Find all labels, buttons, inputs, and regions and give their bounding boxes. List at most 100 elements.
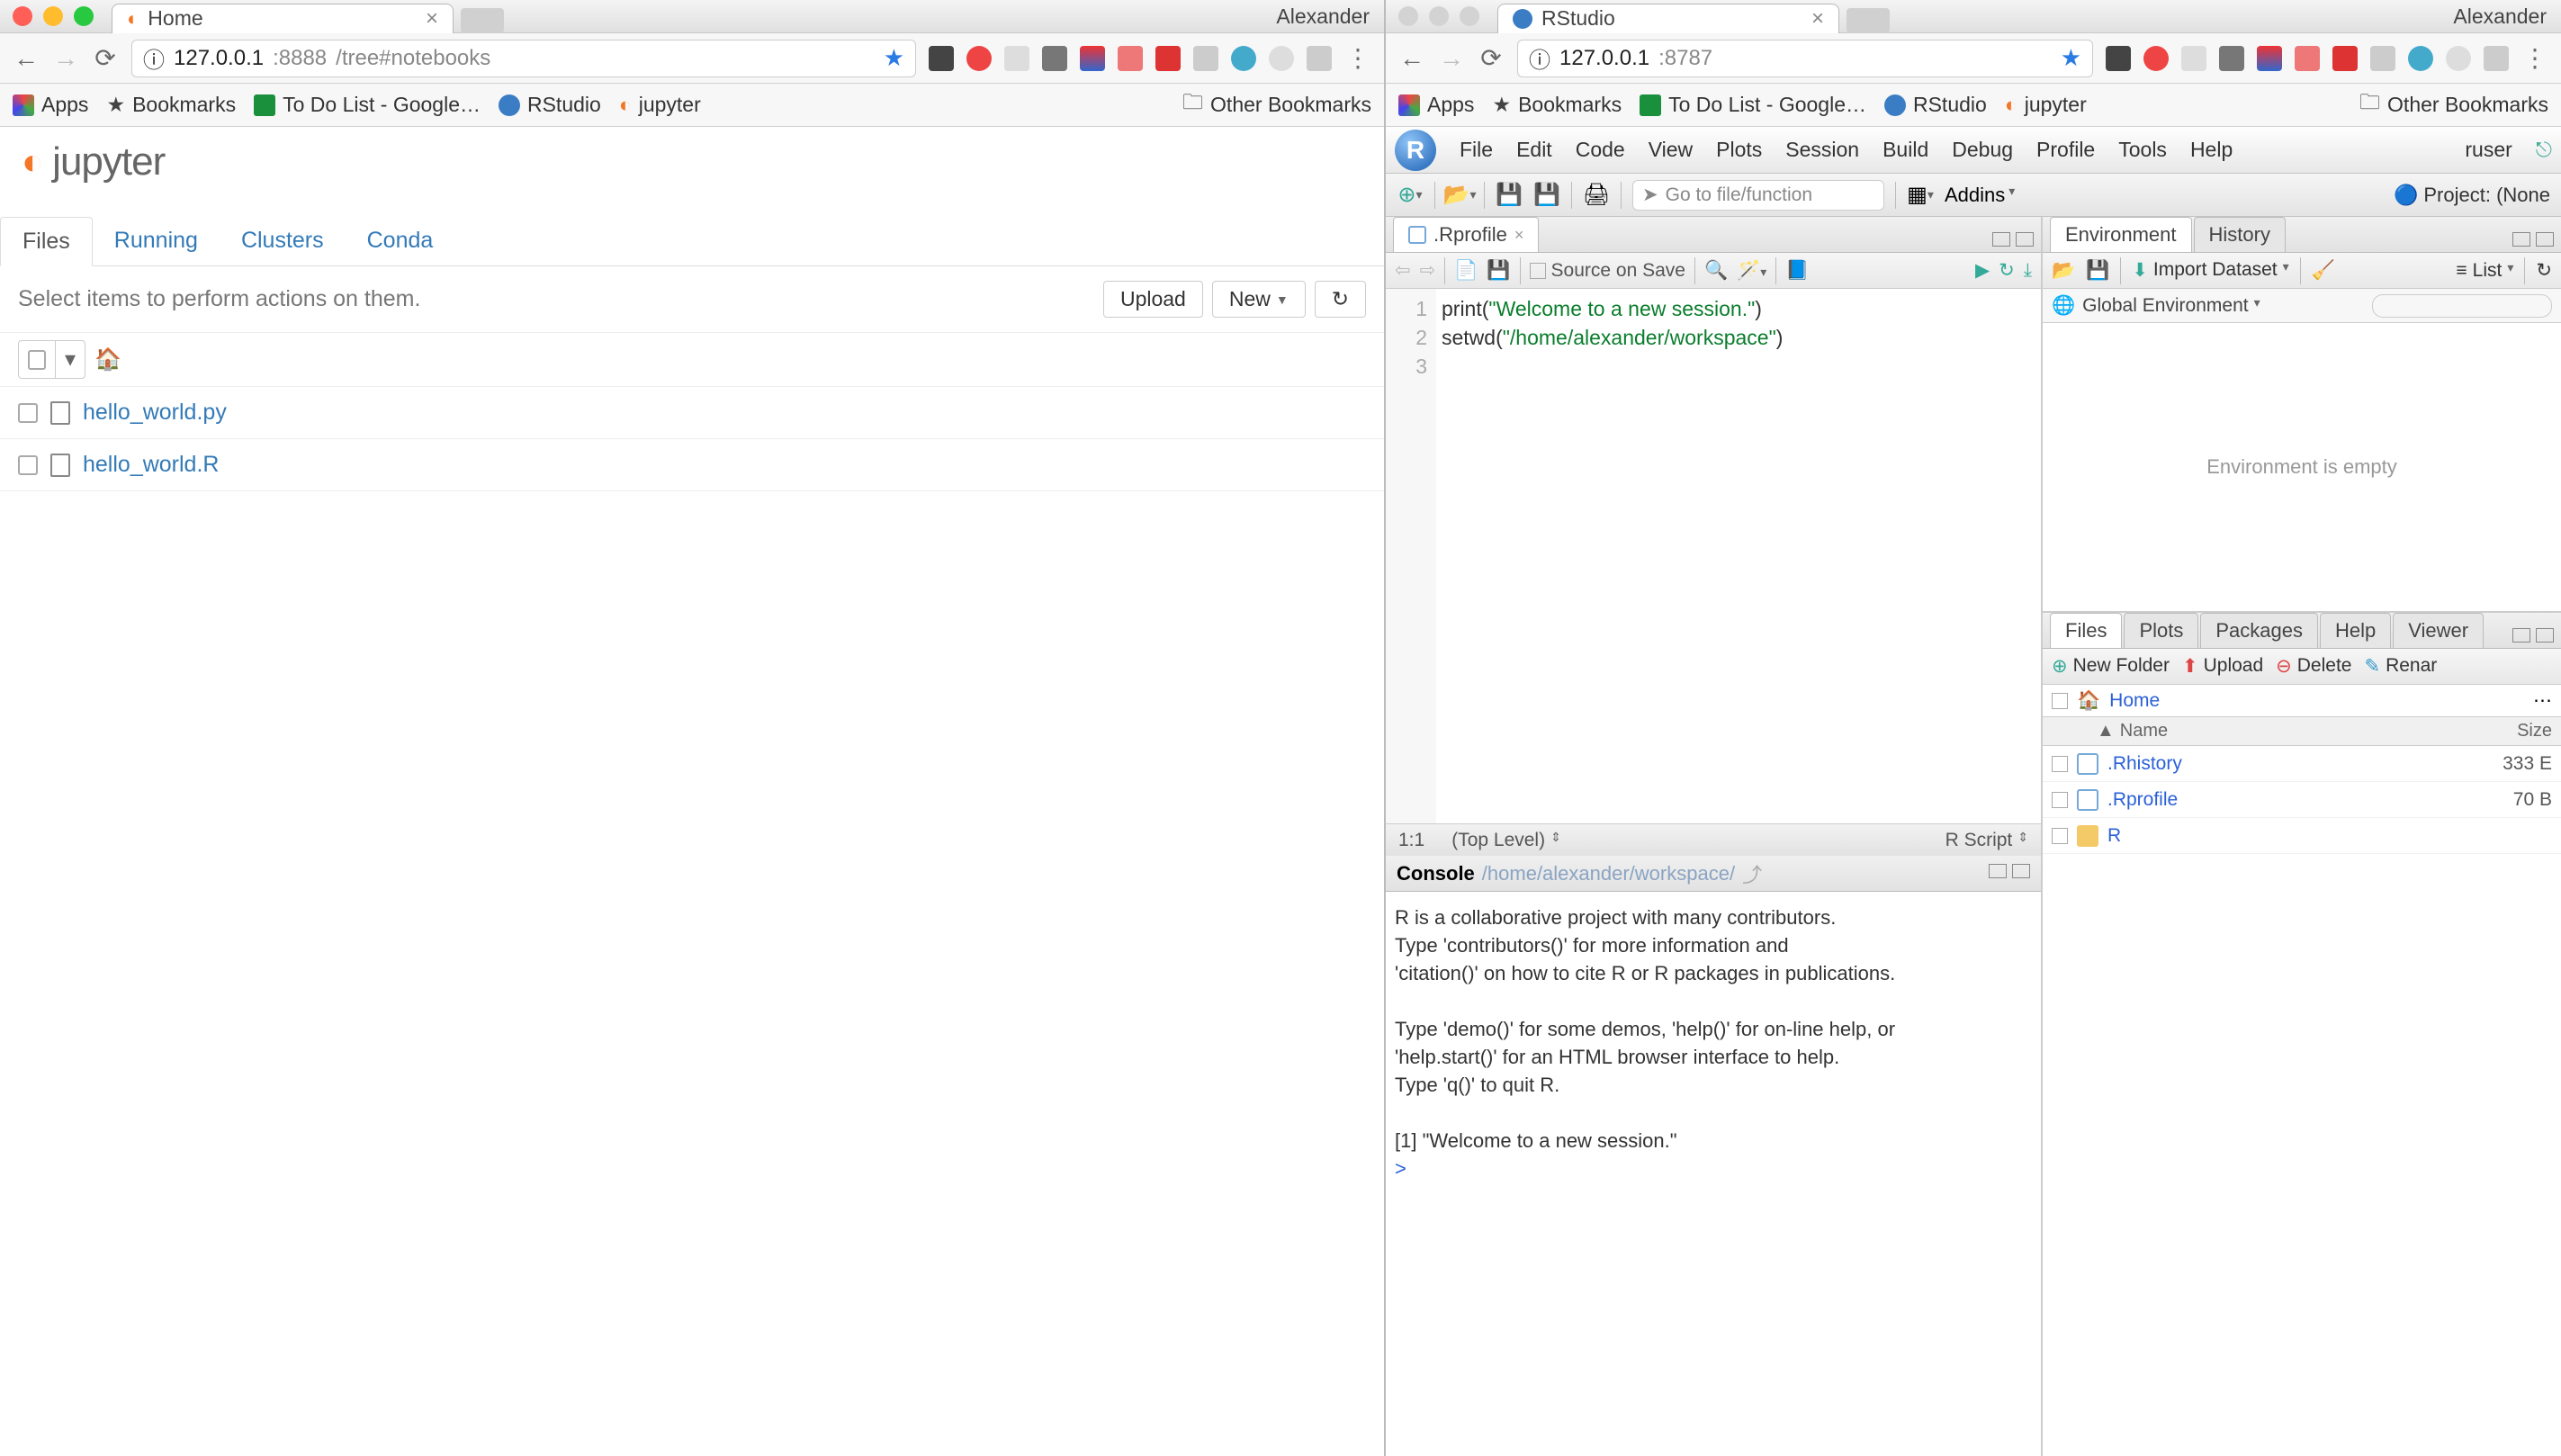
grid-icon[interactable]: ▦▾: [1907, 182, 1934, 209]
import-dataset-button[interactable]: ⬇Import Dataset▾: [2132, 259, 2288, 282]
tab-close-icon[interactable]: ×: [426, 6, 438, 31]
clear-icon[interactable]: 🧹: [2312, 260, 2335, 282]
ext-icon[interactable]: [2484, 46, 2509, 71]
ext-icon[interactable]: [1155, 46, 1181, 71]
minimize-pane-icon[interactable]: [2512, 628, 2530, 643]
tab-plots[interactable]: Plots: [2124, 613, 2198, 648]
browser-tab-home[interactable]: ◐ Home ×: [112, 4, 454, 33]
run-icon[interactable]: ▶: [1975, 259, 1990, 282]
console-output[interactable]: R is a collaborative project with many c…: [1386, 892, 2041, 1456]
save-all-icon[interactable]: 💾: [1533, 182, 1560, 209]
file-name[interactable]: hello_world.py: [83, 400, 227, 426]
menu-debug[interactable]: Debug: [1952, 138, 2013, 162]
reload-button[interactable]: ⟳: [1478, 45, 1505, 72]
bookmark-bookmarks[interactable]: ★Bookmarks: [1492, 93, 1622, 117]
view-mode-button[interactable]: ≡List▾: [2456, 260, 2513, 282]
file-row[interactable]: hello_world.R: [0, 439, 1384, 491]
new-tab-button[interactable]: [461, 8, 504, 33]
file-name[interactable]: hello_world.R: [83, 452, 219, 478]
chrome-menu-icon[interactable]: ⋮: [1344, 45, 1371, 72]
ext-icon[interactable]: [2181, 46, 2206, 71]
bookmark-todo[interactable]: To Do List - Google…: [254, 93, 481, 117]
wand-icon[interactable]: 🪄▾: [1737, 260, 1766, 282]
file-checkbox[interactable]: [18, 403, 38, 423]
bookmark-todo[interactable]: To Do List - Google…: [1640, 93, 1866, 117]
load-icon[interactable]: 📂: [2052, 260, 2075, 282]
ext-icon[interactable]: [2370, 46, 2395, 71]
tab-history[interactable]: History: [2194, 217, 2286, 252]
source-icon[interactable]: ⤓: [2024, 260, 2032, 282]
rerun-icon[interactable]: ↻: [1999, 259, 2015, 282]
menu-code[interactable]: Code: [1576, 138, 1625, 162]
menu-plots[interactable]: Plots: [1716, 138, 1762, 162]
file-checkbox[interactable]: [2052, 756, 2068, 772]
delete-button[interactable]: ⊖Delete: [2276, 655, 2351, 678]
menu-file[interactable]: File: [1460, 138, 1493, 162]
rename-button[interactable]: ✎Renar: [2364, 655, 2437, 678]
new-tab-button[interactable]: [1847, 8, 1890, 33]
tab-files[interactable]: Files: [2050, 613, 2122, 648]
ext-icon[interactable]: [2446, 46, 2471, 71]
nav-back-icon[interactable]: ⇦: [1395, 259, 1411, 282]
new-doc-icon[interactable]: ⊕▾: [1397, 182, 1424, 209]
maximize-pane-icon[interactable]: [2536, 628, 2554, 643]
close-tab-icon[interactable]: ×: [1514, 226, 1524, 245]
minimize-window-icon[interactable]: [43, 6, 63, 26]
forward-button[interactable]: →: [52, 45, 79, 72]
ext-icon[interactable]: [1193, 46, 1218, 71]
open-folder-icon[interactable]: 📂▾: [1446, 182, 1473, 209]
refresh-button[interactable]: ↻: [1315, 281, 1366, 318]
upload-button[interactable]: ⬆Upload: [2182, 655, 2263, 678]
bookmark-other[interactable]: 🗀Other Bookmarks: [2359, 87, 2548, 122]
source-on-save-checkbox[interactable]: Source on Save: [1530, 260, 1685, 282]
tab-help[interactable]: Help: [2320, 613, 2391, 648]
maximize-pane-icon[interactable]: [2536, 232, 2554, 247]
jupyter-logo[interactable]: ◐ jupyter: [22, 139, 1362, 184]
bookmark-other[interactable]: 🗀Other Bookmarks: [1182, 87, 1371, 122]
ext-icon[interactable]: [1042, 46, 1067, 71]
env-scope-selector[interactable]: Global Environment▾: [2082, 295, 2260, 317]
file-checkbox[interactable]: [18, 455, 38, 475]
code-area[interactable]: print("Welcome to a new session.") setwd…: [1436, 289, 2041, 823]
close-window-icon[interactable]: [13, 6, 32, 26]
save-icon[interactable]: 💾: [1487, 260, 1510, 282]
chevron-down-icon[interactable]: ▾: [55, 341, 85, 378]
new-folder-button[interactable]: ⊕New Folder: [2052, 655, 2170, 678]
scope-selector[interactable]: (Top Level)⇕: [1451, 830, 1561, 851]
select-all-checkbox[interactable]: [28, 350, 46, 370]
ext-icon[interactable]: [1080, 46, 1105, 71]
new-button[interactable]: New▼: [1212, 281, 1306, 318]
bookmark-star-icon[interactable]: ★: [2061, 44, 2081, 72]
menu-view[interactable]: View: [1649, 138, 1693, 162]
logout-icon[interactable]: ⎋: [2536, 138, 2552, 162]
ext-icon[interactable]: [1307, 46, 1332, 71]
nav-forward-icon[interactable]: ⇨: [1420, 259, 1436, 282]
bookmark-jupyter[interactable]: ◐jupyter: [619, 93, 701, 117]
breadcrumb-home[interactable]: Home: [2109, 690, 2160, 712]
save-icon[interactable]: 💾: [2086, 260, 2109, 282]
minimize-pane-icon[interactable]: [1992, 232, 2010, 247]
file-row[interactable]: .Rhistory 333 E: [2043, 746, 2561, 782]
file-type-selector[interactable]: R Script⇕: [1945, 830, 2028, 851]
menu-help[interactable]: Help: [2190, 138, 2233, 162]
tab-viewer[interactable]: Viewer: [2393, 613, 2484, 648]
menu-tools[interactable]: Tools: [2118, 138, 2167, 162]
ext-icon[interactable]: [2332, 46, 2358, 71]
select-all-checkbox[interactable]: [2052, 693, 2068, 709]
maximize-pane-icon[interactable]: [2012, 864, 2030, 878]
ext-icon[interactable]: [2106, 46, 2131, 71]
menu-session[interactable]: Session: [1785, 138, 1859, 162]
bookmark-jupyter[interactable]: ◐jupyter: [2005, 93, 2087, 117]
col-name[interactable]: Name: [2120, 721, 2168, 741]
chrome-menu-icon[interactable]: ⋮: [2521, 45, 2548, 72]
tab-files[interactable]: Files: [0, 217, 93, 266]
maximize-window-icon[interactable]: [1460, 6, 1479, 26]
bookmark-apps[interactable]: Apps: [1398, 93, 1474, 117]
tab-running[interactable]: Running: [93, 217, 220, 265]
file-row[interactable]: hello_world.py: [0, 387, 1384, 439]
close-window-icon[interactable]: [1398, 6, 1418, 26]
maximize-window-icon[interactable]: [74, 6, 94, 26]
tab-close-icon[interactable]: ×: [1811, 6, 1824, 31]
col-size[interactable]: Size: [2517, 721, 2552, 741]
ext-icon[interactable]: [2408, 46, 2433, 71]
